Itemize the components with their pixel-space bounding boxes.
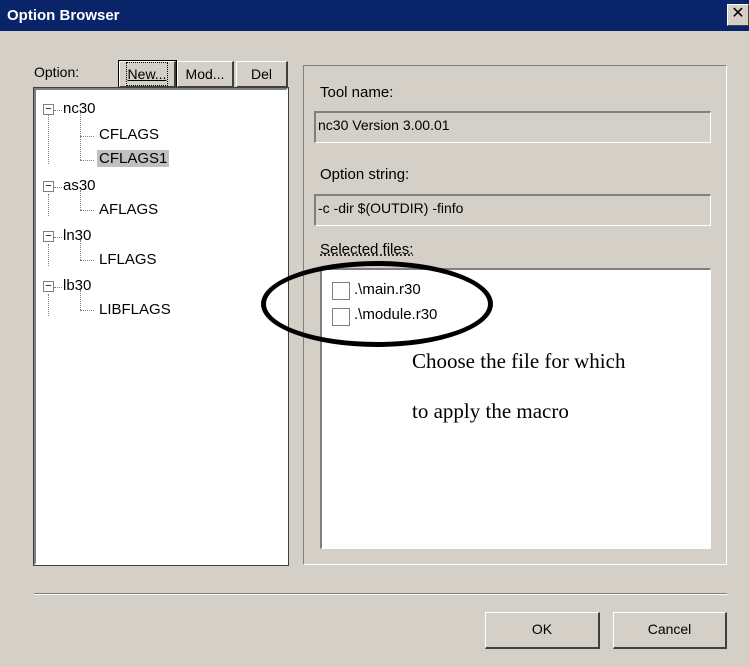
title-bar[interactable]: Option Browser ✕: [0, 0, 749, 31]
option-browser-window: Option Browser ✕ Option: New... Mod... D…: [0, 0, 749, 666]
tree-item-cflags1[interactable]: CFLAGS1: [97, 150, 170, 167]
mod-button-label: Mod...: [185, 66, 225, 82]
collapse-icon[interactable]: −: [43, 231, 54, 242]
highlight-ellipse: [261, 261, 493, 347]
tree-line: [48, 114, 49, 164]
window-title: Option Browser: [7, 7, 120, 24]
tree-line: [48, 294, 49, 316]
del-button-label: Del: [250, 66, 272, 82]
tree-line: [54, 187, 62, 188]
option-string-label: Option string:: [320, 166, 410, 183]
tree-item-libflags[interactable]: LIBFLAGS: [99, 301, 171, 318]
annotation-line-2: to apply the macro: [412, 399, 569, 423]
tool-name-label: Tool name:: [320, 84, 394, 101]
tree-line: [54, 110, 62, 111]
tree-line: [80, 260, 94, 261]
option-label: Option:: [34, 64, 80, 80]
tree-item-as30[interactable]: as30: [63, 177, 96, 194]
collapse-icon[interactable]: −: [43, 104, 54, 115]
close-button[interactable]: ✕: [727, 4, 749, 26]
tree-line: [80, 210, 94, 211]
tree-line: [80, 136, 94, 137]
option-string-value: -c -dir $(OUTDIR) -finfo: [318, 200, 464, 216]
tree-line: [54, 287, 62, 288]
tree-item-nc30[interactable]: nc30: [63, 100, 96, 117]
cancel-button-label: Cancel: [647, 621, 692, 637]
tree-item-ln30[interactable]: ln30: [63, 227, 91, 244]
close-icon: ✕: [731, 5, 745, 22]
collapse-icon[interactable]: −: [43, 181, 54, 192]
footer-separator: [34, 593, 727, 595]
tree-line: [80, 310, 94, 311]
new-button-label: New...: [125, 62, 169, 86]
new-button[interactable]: New...: [118, 60, 177, 89]
tool-name-field: nc30 Version 3.00.01: [314, 111, 711, 143]
tree-item-cflags[interactable]: CFLAGS: [99, 126, 159, 143]
mod-button[interactable]: Mod...: [177, 61, 234, 88]
selected-files-label: Selected files:: [320, 241, 414, 258]
collapse-icon[interactable]: −: [43, 281, 54, 292]
ok-button[interactable]: OK: [485, 612, 600, 649]
cancel-button[interactable]: Cancel: [613, 612, 727, 649]
tree-line: [80, 160, 94, 161]
tree-line: [48, 244, 49, 266]
tool-name-value: nc30 Version 3.00.01: [318, 117, 450, 133]
tree-line: [54, 237, 62, 238]
annotation-line-1: Choose the file for which: [412, 349, 626, 373]
tree-item-lb30[interactable]: lb30: [63, 277, 91, 294]
tree-item-aflags[interactable]: AFLAGS: [99, 201, 158, 218]
del-button[interactable]: Del: [236, 61, 288, 88]
ok-button-label: OK: [531, 621, 553, 637]
option-string-field: -c -dir $(OUTDIR) -finfo: [314, 194, 711, 226]
tree-item-lflags[interactable]: LFLAGS: [99, 251, 157, 268]
tree-line: [48, 194, 49, 216]
